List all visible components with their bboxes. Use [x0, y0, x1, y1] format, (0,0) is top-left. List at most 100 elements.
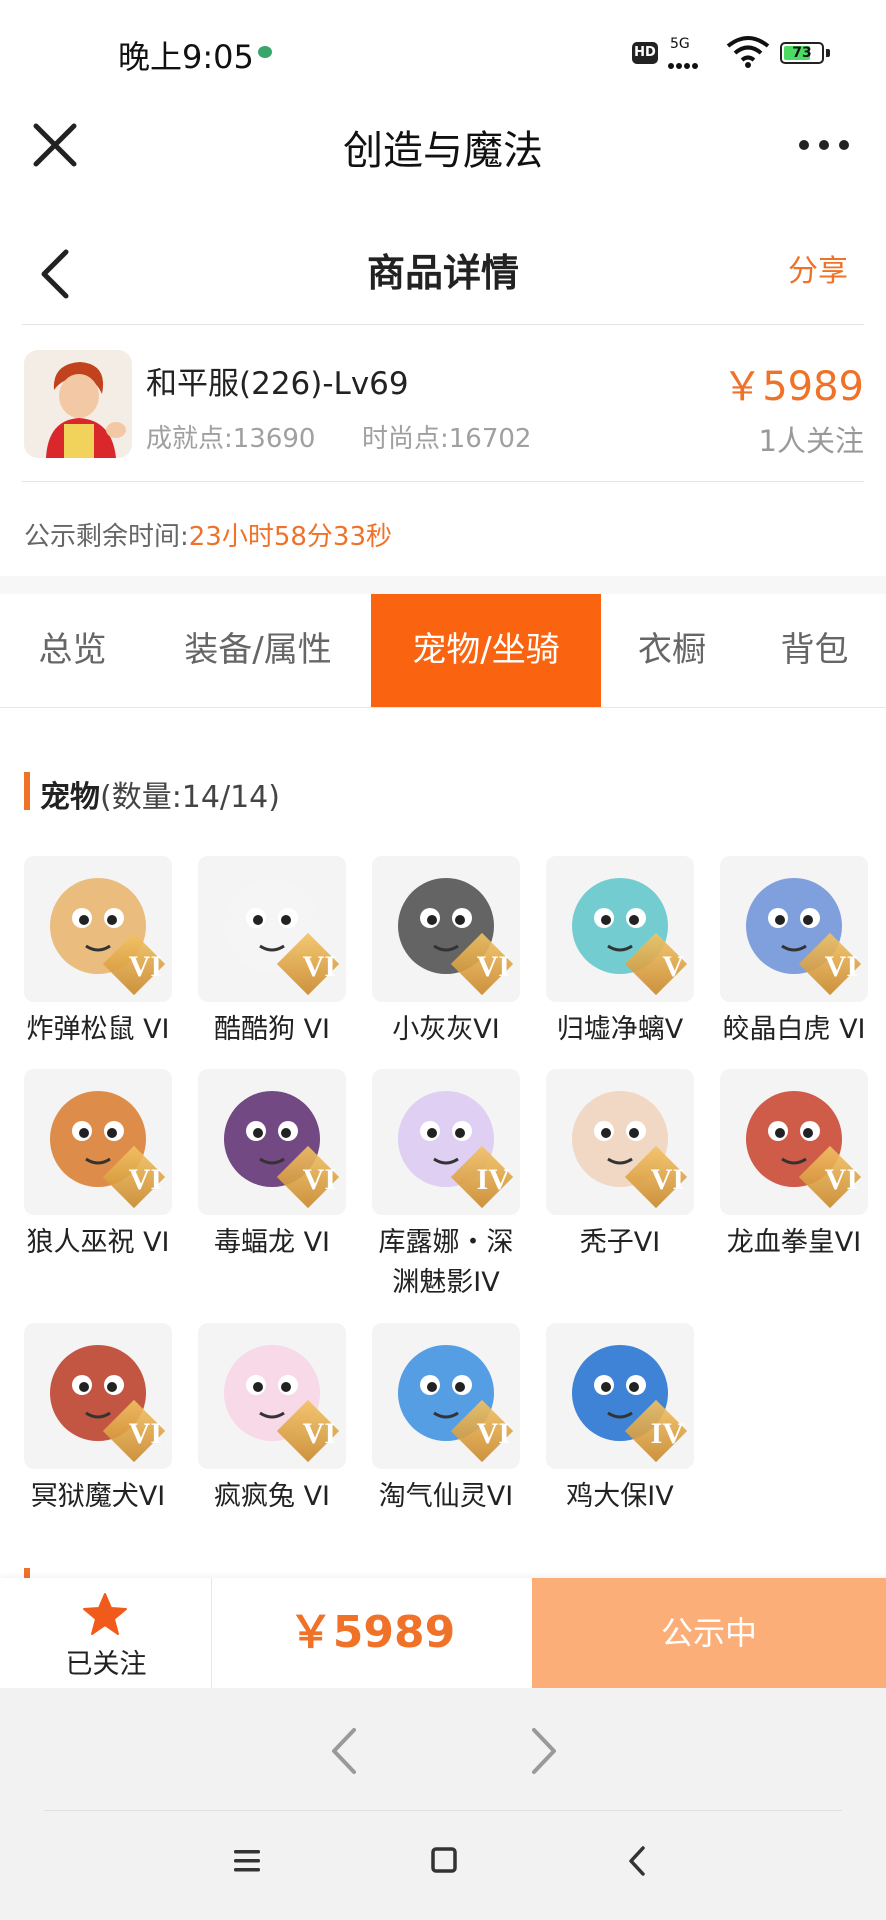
pet-item[interactable]: VI 秃子VI — [546, 1069, 694, 1263]
pet-name: 秃子VI — [579, 1227, 661, 1258]
pet-item[interactable]: VI 酷酷狗 VI — [198, 856, 346, 1050]
page-header: 商品详情 分享 — [0, 230, 886, 326]
section-marker — [24, 772, 30, 810]
pet-name: 炸弹松鼠 VI — [26, 1014, 170, 1045]
menu-icon[interactable] — [232, 1848, 262, 1874]
pet-name: 淘气仙灵VI — [378, 1481, 514, 1512]
divider — [22, 481, 864, 482]
grade-badge: VI — [128, 950, 162, 983]
pet-name: 皎晶白虎 VI — [722, 1014, 866, 1045]
grade-badge: VI — [302, 1417, 336, 1450]
grade-badge: VI — [302, 950, 336, 983]
rabbit-pet-icon: VI — [198, 1323, 346, 1469]
tab-equipment[interactable]: 装备/属性 — [145, 594, 371, 707]
notification-icon — [258, 46, 272, 58]
countdown-label: 公示剩余时间: — [24, 522, 189, 552]
home-icon[interactable] — [430, 1846, 458, 1874]
pet-name: 疯疯兔 VI — [213, 1481, 330, 1512]
grade-badge: VI — [302, 1163, 336, 1196]
product-card: 和平服(226)-Lv69 成就点:13690 时尚点:16702 ￥5989 … — [0, 336, 886, 466]
countdown-value: 23小时58分33秒 — [188, 522, 393, 552]
pet-item[interactable]: VI 小灰灰VI — [372, 856, 520, 1050]
grade-badge: VI — [128, 1163, 162, 1196]
star-icon — [83, 1593, 127, 1635]
pet-name: 狼人巫祝 VI — [26, 1227, 170, 1258]
bat-dragon-pet-icon: VI — [198, 1069, 346, 1215]
browser-navigation — [0, 1688, 886, 1812]
app-header: 创造与魔法 — [0, 100, 886, 190]
system-navigation — [0, 1812, 886, 1920]
hd-icon: HD — [632, 42, 658, 64]
network-type: 5G — [670, 36, 690, 52]
follow-button[interactable]: 已关注 — [0, 1578, 212, 1688]
next-page-icon[interactable] — [526, 1724, 562, 1778]
pet-name: 鸡大保IV — [566, 1481, 674, 1512]
pet-item[interactable]: VI 疯疯兔 VI — [198, 1323, 346, 1517]
pet-item[interactable]: VI 龙血拳皇VI — [720, 1069, 868, 1263]
tab-bar: 总览 装备/属性 宠物/坐骑 衣橱 背包 — [0, 594, 886, 708]
pet-item[interactable]: VI 毒蝠龙 VI — [198, 1069, 346, 1263]
pet-name: 库露娜・深渊魅影IV — [378, 1227, 514, 1298]
follow-label: 已关注 — [65, 1649, 147, 1680]
werewolf-pet-icon: VI — [24, 1069, 172, 1215]
countdown: 公示剩余时间:23小时58分33秒 — [24, 516, 392, 553]
status-bar: 晚上9:05 HD 5G 73 — [0, 0, 886, 100]
wifi-icon — [726, 36, 770, 68]
bottom-price: ￥5989 — [288, 1607, 456, 1658]
fairy-pet-icon: VI — [372, 1323, 520, 1469]
page-title: 商品详情 — [366, 251, 519, 295]
pet-item[interactable]: VI 狼人巫祝 VI — [24, 1069, 172, 1263]
battery-icon: 73 — [780, 42, 824, 64]
chicken-pet-icon: IV — [546, 1323, 694, 1469]
public-status-button[interactable]: 公示中 — [532, 1578, 886, 1688]
grade-badge: VI — [476, 950, 510, 983]
tab-pets-mounts[interactable]: 宠物/坐骑 — [371, 594, 601, 707]
app-title: 创造与魔法 — [343, 128, 543, 174]
pet-name: 归墟净螭V — [556, 1014, 684, 1045]
status-time: 晚上9:05 — [118, 38, 254, 76]
pet-name: 小灰灰VI — [392, 1014, 500, 1045]
action-bar: 已关注 ￥5989 公示中 — [0, 1578, 886, 1688]
pet-item[interactable]: VI 淘气仙灵VI — [372, 1323, 520, 1517]
fashion-points: 时尚点:16702 — [362, 424, 532, 454]
bald-pet-icon: VI — [546, 1069, 694, 1215]
kuluna-pet-icon: IV — [372, 1069, 520, 1215]
dragon-fist-pet-icon: VI — [720, 1069, 868, 1215]
pet-count: (数量:14/14) — [100, 780, 280, 815]
pet-item[interactable]: VI 冥狱魔犬VI — [24, 1323, 172, 1517]
grade-badge: V — [662, 950, 684, 983]
section-title: 宠物(数量:14/14) — [40, 780, 280, 815]
pet-item[interactable]: V 归墟净螭V — [546, 856, 694, 1050]
grade-badge: IV — [476, 1163, 510, 1196]
pet-name: 酷酷狗 VI — [213, 1014, 330, 1045]
product-price: ￥5989 — [722, 364, 864, 410]
follower-count: 1人关注 — [758, 424, 864, 458]
more-icon[interactable] — [796, 128, 852, 162]
system-back-icon[interactable] — [626, 1844, 648, 1878]
grade-badge: IV — [650, 1417, 684, 1450]
grade-badge: VI — [650, 1163, 684, 1196]
grade-badge: VI — [128, 1417, 162, 1450]
achievement-points: 成就点:13690 — [146, 424, 316, 454]
hellhound-pet-icon: VI — [24, 1323, 172, 1469]
tab-backpack[interactable]: 背包 — [743, 594, 886, 707]
prev-page-icon[interactable] — [326, 1724, 362, 1778]
dog-pet-icon: VI — [198, 856, 346, 1002]
tab-wardrobe[interactable]: 衣橱 — [601, 594, 743, 707]
grey-wolf-pet-icon: VI — [372, 856, 520, 1002]
pet-name: 毒蝠龙 VI — [213, 1227, 330, 1258]
character-avatar — [24, 350, 132, 458]
pet-item[interactable]: VI 皎晶白虎 VI — [720, 856, 868, 1050]
pet-name: 龙血拳皇VI — [726, 1227, 862, 1258]
pet-item[interactable]: IV 鸡大保IV — [546, 1323, 694, 1517]
signal-icon — [668, 54, 700, 73]
product-name: 和平服(226)-Lv69 — [146, 366, 409, 402]
tab-overview[interactable]: 总览 — [0, 594, 145, 707]
pet-name: 冥狱魔犬VI — [30, 1481, 166, 1512]
battery-level: 73 — [792, 45, 812, 61]
pet-item[interactable]: IV 库露娜・深渊魅影IV — [372, 1069, 520, 1303]
pet-item[interactable]: VI 炸弹松鼠 VI — [24, 856, 172, 1050]
divider — [22, 324, 864, 325]
grade-badge: VI — [476, 1417, 510, 1450]
share-button[interactable]: 分享 — [788, 246, 848, 290]
